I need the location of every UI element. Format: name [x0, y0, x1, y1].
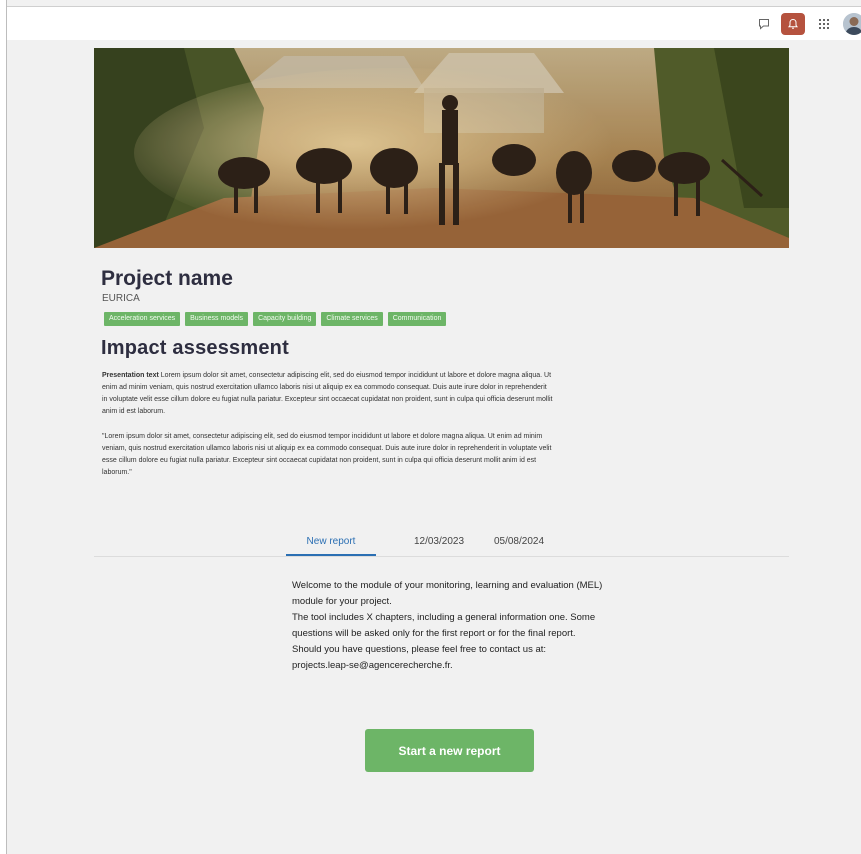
quote-paragraph: "Lorem ipsum dolor sit amet, consectetur… [102, 433, 552, 476]
welcome-line: module for your project. [292, 596, 392, 607]
hero-image [94, 48, 789, 248]
welcome-line: The tool includes X chapters, including … [292, 612, 596, 623]
welcome-text: Welcome to the module of your monitoring… [292, 578, 632, 674]
tab-report-2024-08-05[interactable]: 05/08/2024 [484, 528, 554, 555]
impact-assessment-heading: Impact assessment [101, 337, 289, 359]
welcome-line: questions will be asked only for the fir… [292, 628, 576, 639]
tag-climate-services[interactable]: Climate services [321, 312, 383, 326]
project-title: Project name [101, 267, 233, 290]
welcome-line: Should you have questions, please feel f… [292, 644, 547, 655]
tab-report-2023-03-12[interactable]: 12/03/2023 [404, 528, 474, 555]
welcome-line: Welcome to the module of your monitoring… [292, 580, 603, 591]
tag-acceleration-services[interactable]: Acceleration services [104, 312, 181, 326]
tag-communication[interactable]: Communication [387, 312, 447, 326]
presentation-paragraph: Presentation text Lorem ipsum dolor sit … [102, 370, 554, 418]
tag-business-models[interactable]: Business models [185, 312, 249, 326]
top-bar [7, 6, 861, 40]
report-tabs: New report 12/03/2023 05/08/2024 [94, 528, 789, 557]
tag-list: Acceleration services Business models Ca… [104, 312, 447, 326]
apps-grid-icon[interactable] [813, 13, 835, 35]
contact-email[interactable]: projects.leap-se@agencerecherche.fr. [292, 658, 632, 674]
notification-bell-icon[interactable] [781, 13, 805, 35]
window-left-edge [0, 0, 7, 854]
start-new-report-button[interactable]: Start a new report [365, 729, 534, 772]
tag-capacity-building[interactable]: Capacity building [253, 312, 317, 326]
chat-icon[interactable] [753, 13, 775, 35]
project-code: EURICA [102, 293, 140, 304]
presentation-label: Presentation text [102, 372, 159, 379]
tab-new-report[interactable]: New report [286, 528, 376, 556]
user-avatar[interactable] [843, 13, 861, 35]
presentation-text: Lorem ipsum dolor sit amet, consectetur … [102, 372, 553, 415]
